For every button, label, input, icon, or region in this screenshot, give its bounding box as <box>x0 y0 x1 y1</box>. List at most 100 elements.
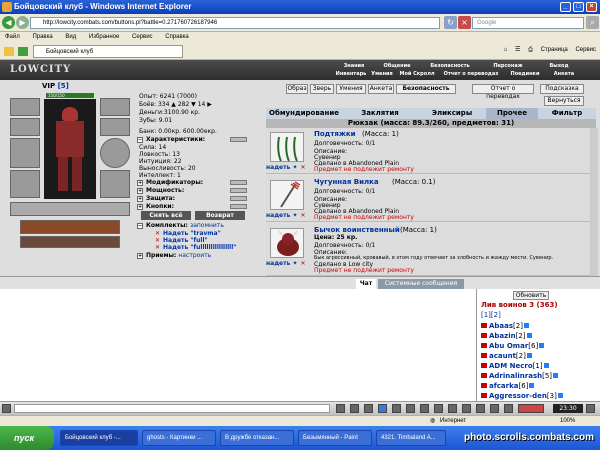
list-item[interactable]: acaunt[2] <box>481 352 532 360</box>
tab-equipment[interactable]: Обмундирование <box>266 108 342 119</box>
back-arrow-icon[interactable]: ◀ <box>2 16 15 29</box>
list-item[interactable]: Abazin[2] <box>481 332 532 340</box>
menu-edit[interactable]: Правка <box>32 34 52 40</box>
list-item[interactable]: Abaas[2] <box>481 322 529 330</box>
equip-link[interactable]: надеть <box>266 164 290 171</box>
taskbar-item[interactable]: Бойцовский клуб -... <box>60 430 138 446</box>
info-icon[interactable]: ✦ <box>292 212 297 219</box>
clan-chat-icon[interactable] <box>462 404 471 413</box>
filter-icon[interactable] <box>378 404 387 413</box>
refresh-button[interactable]: Обновить <box>513 291 549 300</box>
nav-inventory[interactable]: Инвентарь <box>334 71 368 78</box>
taskbar-item[interactable]: В дружбе отказан... <box>220 430 294 446</box>
delete-item-icon[interactable]: ✕ <box>301 164 306 171</box>
slot-earring[interactable] <box>10 98 40 116</box>
chat-message-input[interactable] <box>14 404 330 413</box>
section-receptions[interactable]: + Приемы: настроить <box>137 252 247 259</box>
nav-chat[interactable]: Общение <box>374 63 420 70</box>
set-link-travma[interactable]: ✕ Надеть "travma" <box>155 230 221 237</box>
tab-chat[interactable]: Чат <box>356 279 376 289</box>
profile-button[interactable]: Анкета <box>368 84 394 94</box>
slot-bracers[interactable] <box>100 118 130 136</box>
add-favorites-icon[interactable] <box>18 47 28 56</box>
info-icon[interactable] <box>526 353 532 358</box>
nav-exit[interactable]: Выход <box>536 63 582 70</box>
scroll-slots[interactable] <box>20 236 120 248</box>
home-icon[interactable]: ⌂ <box>504 47 508 53</box>
smiley-icon[interactable] <box>364 404 373 413</box>
menu-tools[interactable]: Сервис <box>132 34 153 40</box>
online-pages[interactable]: [1][2] <box>481 311 501 319</box>
forward-arrow-icon[interactable]: ▶ <box>16 16 29 29</box>
equip-link[interactable]: надеть <box>266 212 290 219</box>
private-icon[interactable] <box>392 404 401 413</box>
delete-set-icon[interactable]: ✕ <box>155 237 160 244</box>
info-icon[interactable]: ✦ <box>292 260 297 267</box>
slot-shield[interactable] <box>100 138 130 168</box>
feeds-icon[interactable]: ☰ <box>515 47 520 53</box>
info-icon[interactable]: ✦ <box>292 164 297 171</box>
info-icon[interactable] <box>526 333 532 338</box>
url-field[interactable]: http://lowcity.combats.com/buttons.pl?ba… <box>30 17 440 29</box>
nav-knowledge[interactable]: Знания <box>334 63 374 70</box>
skills-button[interactable]: Умения <box>336 84 366 94</box>
security-button[interactable]: Безопасность <box>396 84 456 94</box>
nav-profile[interactable]: Анкета <box>546 71 582 78</box>
slot-amulet[interactable] <box>10 118 40 136</box>
map-icon[interactable] <box>490 404 499 413</box>
list-item[interactable]: Aggressor-den[3] <box>481 392 563 400</box>
info-icon[interactable] <box>543 363 549 368</box>
hint-button[interactable]: Подсказка <box>540 84 584 94</box>
remember-set-link[interactable]: запомнить <box>190 222 224 229</box>
tab-other[interactable]: Прочее <box>486 108 538 119</box>
delete-item-icon[interactable]: ✕ <box>301 260 306 267</box>
info-icon[interactable] <box>523 323 529 328</box>
back-button[interactable]: Вернуться <box>544 96 584 106</box>
item-name[interactable]: Чугунная Вилка <box>314 178 379 186</box>
translit-icon[interactable] <box>420 404 429 413</box>
info-icon[interactable] <box>529 383 535 388</box>
tab-fight-club[interactable]: Бойцовский клуб <box>33 45 183 58</box>
close-button[interactable]: × <box>586 2 597 12</box>
configure-receptions-link[interactable]: настроить <box>178 252 211 259</box>
nav-skills[interactable]: Умения <box>368 71 396 78</box>
delete-set-icon[interactable]: ✕ <box>155 230 160 237</box>
info-icon[interactable] <box>539 343 545 348</box>
menu-favorites[interactable]: Избранное <box>89 34 119 40</box>
help-icon[interactable] <box>504 404 513 413</box>
belt-slots[interactable] <box>20 220 120 234</box>
print-icon[interactable]: ⎙ <box>528 47 533 53</box>
info-icon[interactable] <box>553 373 559 378</box>
favorites-star-icon[interactable] <box>4 47 14 56</box>
tab-system-messages[interactable]: Системные сообщения <box>378 279 464 289</box>
taskbar-item[interactable]: 4321. Timbaland A... <box>376 430 446 446</box>
tab-filter[interactable]: Фильтр <box>538 108 596 119</box>
page-menu[interactable]: Страница <box>541 47 568 53</box>
tools-menu[interactable]: Сервис <box>575 47 596 53</box>
chat-menu-icon[interactable] <box>2 404 11 413</box>
slot-boots[interactable] <box>100 170 130 198</box>
menu-help[interactable]: Справка <box>165 34 189 40</box>
nav-my-scroll[interactable]: Мой Скролл <box>396 71 438 78</box>
refresh-icon[interactable]: ↻ <box>444 16 457 29</box>
ring-slots[interactable] <box>10 202 130 216</box>
send-icon[interactable] <box>336 404 345 413</box>
clear-icon[interactable] <box>350 404 359 413</box>
slot-weapon[interactable] <box>10 138 40 168</box>
transfer-report-button[interactable]: Отчет о переводах <box>472 84 534 100</box>
event-icon[interactable] <box>518 404 544 413</box>
start-button[interactable]: пуск <box>0 426 54 450</box>
scroll-lock-icon[interactable] <box>448 404 457 413</box>
slot-helmet[interactable] <box>100 98 130 116</box>
nav-battles[interactable]: Поединки <box>504 71 546 78</box>
delete-item-icon[interactable]: ✕ <box>301 212 306 219</box>
tab-spells[interactable]: Заклятия <box>342 108 418 119</box>
pet-button[interactable]: Зверь <box>310 84 334 94</box>
palette-icon[interactable] <box>406 404 415 413</box>
info-icon[interactable] <box>557 393 563 398</box>
list-item[interactable]: Adrinalinrash[5] <box>481 372 559 380</box>
list-item[interactable]: Abu Omar[6] <box>481 342 545 350</box>
slot-armor[interactable] <box>10 170 40 198</box>
stop-icon[interactable]: × <box>458 16 471 29</box>
nav-transfer-report[interactable]: Отчет о переводах <box>438 71 504 78</box>
